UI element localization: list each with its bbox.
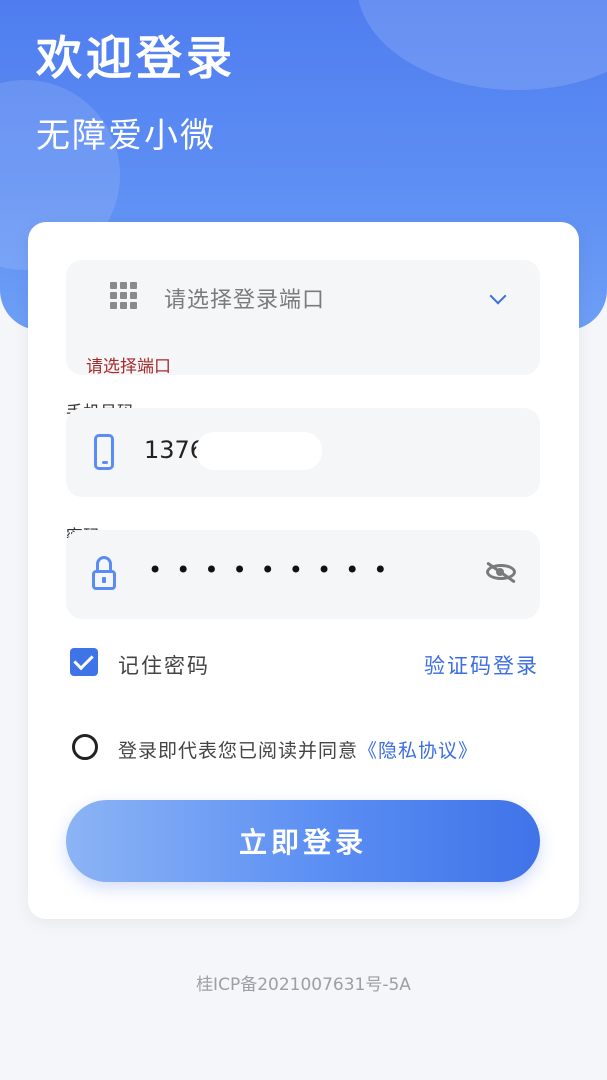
password-value[interactable]: ••••••••• bbox=[148, 556, 401, 584]
page-subtitle: 无障爱小微 bbox=[36, 116, 216, 156]
phone-input[interactable]: 1376 bbox=[66, 408, 540, 497]
remember-password-checkbox[interactable] bbox=[70, 648, 98, 676]
remember-password-label: 记住密码 bbox=[118, 654, 210, 678]
login-card: 请选择登录端口 请选择端口 手机号码 1376 密码 ••••••••• 记住密… bbox=[28, 222, 579, 919]
portal-select-placeholder: 请选择登录端口 bbox=[164, 288, 326, 313]
redaction-mask bbox=[196, 432, 322, 470]
eye-off-icon[interactable] bbox=[484, 560, 518, 584]
decorative-circle bbox=[357, 0, 607, 90]
code-login-link[interactable]: 验证码登录 bbox=[424, 650, 539, 680]
page-title: 欢迎登录 bbox=[36, 31, 236, 85]
agreement-text: 登录即代表您已阅读并同意《隐私协议》 bbox=[118, 736, 478, 763]
agreement-radio[interactable] bbox=[72, 734, 98, 760]
phone-icon bbox=[94, 434, 114, 470]
portal-error-message: 请选择端口 bbox=[86, 357, 171, 377]
privacy-policy-link[interactable]: 《隐私协议》 bbox=[358, 740, 478, 762]
portal-select[interactable]: 请选择登录端口 请选择端口 bbox=[66, 260, 540, 377]
password-input[interactable]: ••••••••• bbox=[66, 530, 540, 619]
login-button[interactable]: 立即登录 bbox=[66, 800, 540, 882]
grid-icon bbox=[110, 282, 137, 309]
lock-icon bbox=[92, 556, 116, 592]
icp-footer: 桂ICP备2021007631号-5A bbox=[196, 975, 411, 995]
chevron-down-icon[interactable] bbox=[489, 287, 507, 305]
agreement-label: 登录即代表您已阅读并同意 bbox=[118, 740, 359, 762]
